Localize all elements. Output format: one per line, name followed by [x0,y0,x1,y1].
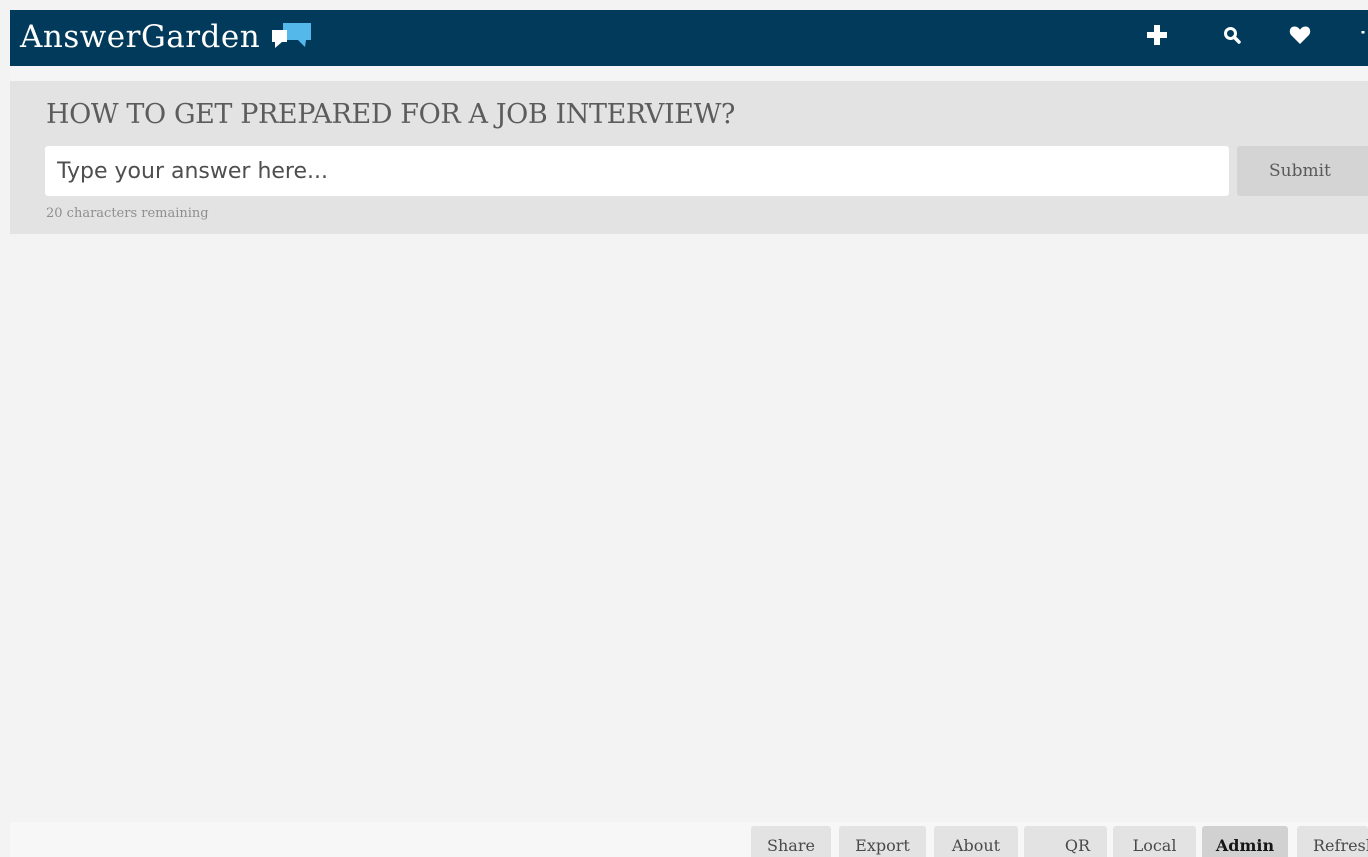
share-tab[interactable]: Share [751,826,831,857]
qr-tab[interactable]: QR [1024,826,1107,857]
brand-name: AnswerGarden [20,19,261,55]
refresh-tab[interactable]: Refresh [1297,826,1368,857]
export-tab[interactable]: Export [839,826,926,857]
question-title: HOW TO GET PREPARED FOR A JOB INTERVIEW? [46,99,735,130]
brand[interactable]: AnswerGarden [20,14,313,60]
characters-remaining: 20 characters remaining [46,206,209,221]
question-panel: HOW TO GET PREPARED FOR A JOB INTERVIEW?… [10,81,1368,234]
plus-icon[interactable] [1142,20,1172,50]
local-tab[interactable]: Local [1113,826,1196,857]
speech-bubbles-icon [271,22,313,56]
submit-button[interactable]: Submit [1237,146,1368,196]
about-tab[interactable]: About [934,826,1018,857]
header-spacer [10,66,1368,81]
admin-tab[interactable]: Admin [1202,826,1288,857]
search-icon[interactable] [1217,20,1247,50]
menu-icon[interactable] [1358,20,1368,50]
answer-input[interactable] [45,146,1229,196]
answers-area [10,234,1368,822]
top-navigation-bar: AnswerGarden [10,10,1368,66]
answergarden-page: AnswerGarden HOW TO GET PREPARED FOR A J… [0,0,1368,857]
heart-icon[interactable] [1285,20,1315,50]
footer-toolbar: Share Export About QR Local Admin Refres… [10,822,1368,857]
